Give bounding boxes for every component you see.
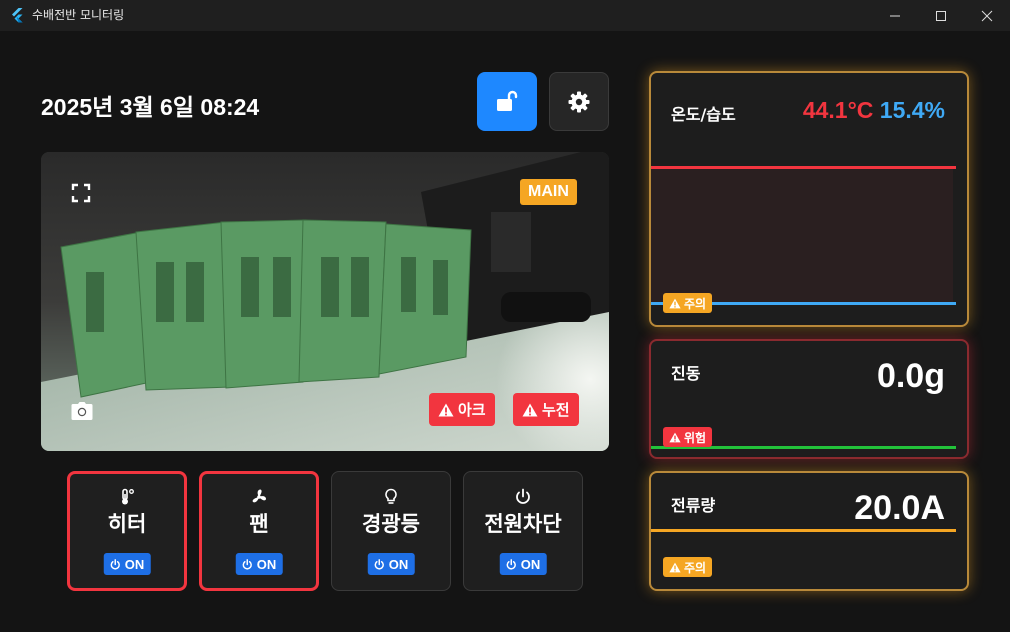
temp-humidity-status-label: 주의 bbox=[684, 296, 707, 311]
warning-light-control[interactable]: 경광등 ON bbox=[331, 471, 451, 591]
heater-toggle-label: ON bbox=[124, 556, 145, 572]
warning-light-label: 경광등 bbox=[362, 512, 420, 536]
current-title: 전류량 bbox=[671, 496, 716, 515]
heater-control[interactable]: 히터 ON bbox=[67, 471, 187, 591]
temp-humidity-status-badge: 주의 bbox=[663, 293, 713, 313]
warning-icon bbox=[669, 562, 681, 572]
warning-icon bbox=[438, 403, 454, 416]
temp-humidity-title: 온도/습도 bbox=[671, 105, 736, 124]
warning-light-toggle-label: ON bbox=[388, 556, 409, 572]
flutter-logo-icon bbox=[12, 8, 23, 23]
vibration-title: 진동 bbox=[671, 364, 701, 383]
title-bar: 수배전반 모니터링 bbox=[0, 0, 1010, 31]
fullscreen-icon[interactable] bbox=[71, 183, 91, 203]
power-cutoff-label: 전원차단 bbox=[484, 512, 562, 536]
window-title: 수배전반 모니터링 bbox=[32, 8, 125, 22]
warning-icon bbox=[669, 432, 681, 442]
humidity-value: 15.4% bbox=[879, 97, 945, 123]
warning-light-toggle[interactable]: ON bbox=[367, 553, 415, 575]
power-cutoff-control[interactable]: 전원차단 ON bbox=[463, 471, 583, 591]
heater-toggle[interactable]: ON bbox=[103, 553, 151, 575]
temp-humidity-panel: 온도/습도 44.1°C 15.4% 주의 bbox=[649, 71, 969, 327]
leakage-alert-badge: 누전 bbox=[513, 393, 579, 426]
current-status-label: 주의 bbox=[684, 560, 707, 575]
maximize-button[interactable] bbox=[918, 0, 964, 31]
fan-label: 팬 bbox=[249, 512, 269, 536]
temperature-value: 44.1°C bbox=[802, 97, 874, 123]
lightbulb-icon bbox=[385, 488, 397, 504]
vibration-value: 0.0g bbox=[876, 357, 945, 395]
arc-alert-label: 아크 bbox=[458, 401, 486, 419]
current-status-badge: 주의 bbox=[663, 557, 713, 577]
vibration-status-label: 위험 bbox=[684, 430, 707, 445]
power-cutoff-toggle-label: ON bbox=[520, 556, 541, 572]
thermometer-icon bbox=[122, 488, 134, 505]
unlock-button[interactable] bbox=[477, 72, 537, 131]
power-icon bbox=[110, 558, 120, 570]
power-icon bbox=[374, 558, 384, 570]
power-cutoff-toggle[interactable]: ON bbox=[499, 553, 547, 575]
warning-icon bbox=[522, 403, 538, 416]
fan-icon bbox=[252, 489, 266, 503]
vibration-panel: 진동 0.0g 위험 bbox=[649, 339, 969, 459]
heater-label: 히터 bbox=[107, 512, 147, 536]
fan-toggle-label: ON bbox=[256, 556, 277, 572]
close-icon bbox=[981, 10, 993, 21]
settings-button[interactable] bbox=[549, 72, 609, 131]
camera-label-badge: MAIN bbox=[520, 179, 577, 205]
datetime-display: 2025년 3월 6일 08:24 bbox=[41, 94, 260, 120]
current-value: 20.0A bbox=[854, 489, 945, 527]
maximize-icon bbox=[936, 10, 946, 21]
camera-icon[interactable] bbox=[71, 401, 93, 421]
minimize-icon bbox=[890, 15, 900, 16]
fan-control[interactable]: 팬 ON bbox=[199, 471, 319, 591]
warning-icon bbox=[669, 298, 681, 308]
arc-alert-badge: 아크 bbox=[429, 393, 495, 426]
vibration-status-badge: 위험 bbox=[663, 427, 713, 447]
fan-toggle[interactable]: ON bbox=[235, 553, 283, 575]
power-icon bbox=[516, 488, 530, 504]
gear-icon bbox=[568, 91, 590, 112]
temp-humidity-readout: 44.1°C 15.4% bbox=[803, 97, 945, 124]
power-icon bbox=[506, 558, 516, 570]
unlock-icon bbox=[497, 90, 518, 111]
minimize-button[interactable] bbox=[872, 0, 918, 31]
current-panel: 전류량 20.0A 주의 bbox=[649, 471, 969, 591]
power-icon bbox=[242, 558, 252, 570]
temperature-zone bbox=[651, 169, 953, 304]
current-threshold-line bbox=[651, 529, 956, 532]
camera-view[interactable]: MAIN 아크 누전 bbox=[41, 152, 609, 451]
leakage-alert-label: 누전 bbox=[542, 401, 570, 419]
close-button[interactable] bbox=[964, 0, 1010, 31]
